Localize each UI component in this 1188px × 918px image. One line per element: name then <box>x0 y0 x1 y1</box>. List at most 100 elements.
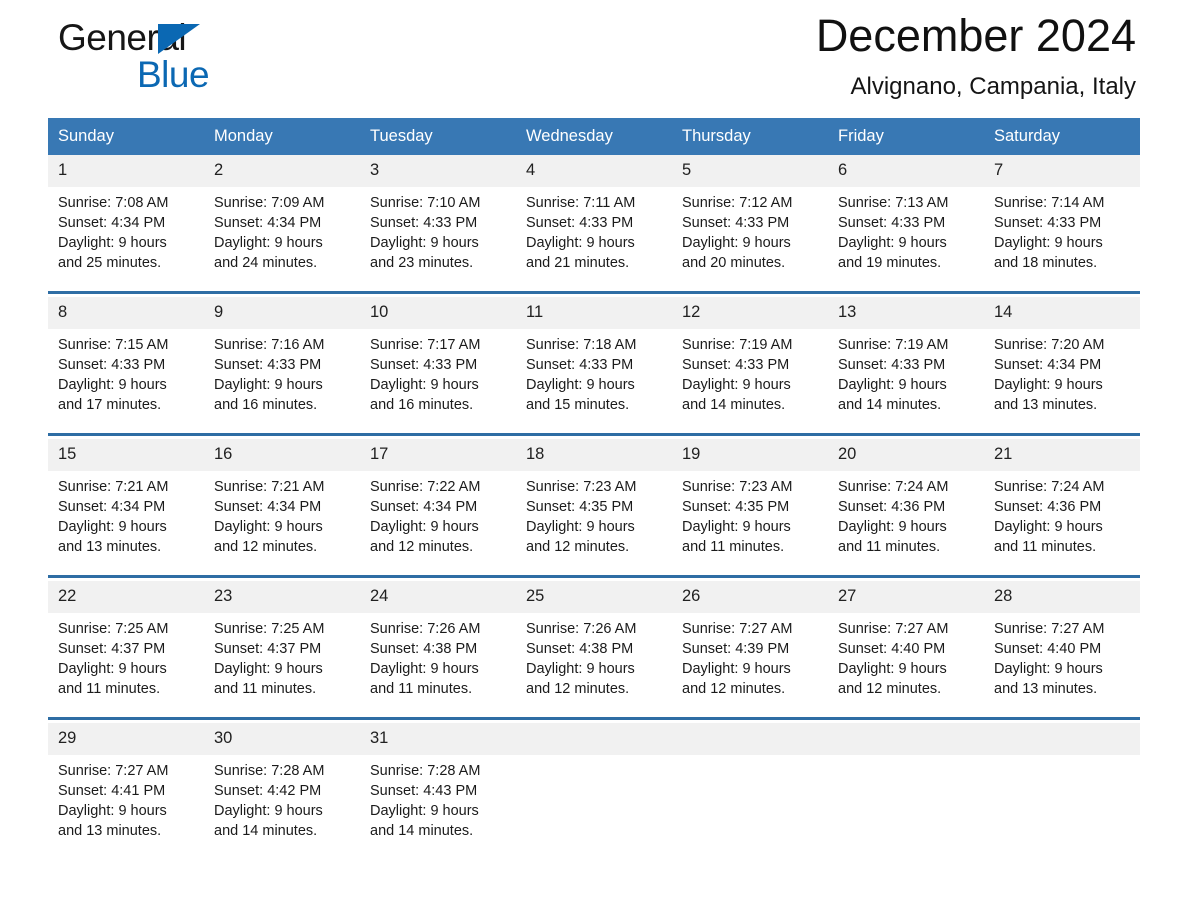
day-cell[interactable]: Sunrise: 7:19 AM Sunset: 4:33 PM Dayligh… <box>828 329 984 429</box>
day-detail-text: Sunrise: 7:16 AM Sunset: 4:33 PM Dayligh… <box>214 337 325 413</box>
day-cell[interactable]: Sunrise: 7:14 AM Sunset: 4:33 PM Dayligh… <box>984 187 1140 287</box>
day-cell[interactable]: Sunrise: 7:24 AM Sunset: 4:36 PM Dayligh… <box>828 471 984 571</box>
title-block: December 2024 Alvignano, Campania, Italy <box>816 8 1136 102</box>
day-detail-text: Sunrise: 7:28 AM Sunset: 4:43 PM Dayligh… <box>370 763 481 839</box>
week-separator <box>48 571 1140 581</box>
day-number-row: 8 9 10 11 12 13 14 <box>48 297 1140 329</box>
day-number: 25 <box>516 581 672 613</box>
day-detail-text: Sunrise: 7:15 AM Sunset: 4:33 PM Dayligh… <box>58 337 169 413</box>
day-number-row: 15 16 17 18 19 20 21 <box>48 439 1140 471</box>
day-detail-text: Sunrise: 7:27 AM Sunset: 4:39 PM Dayligh… <box>682 621 793 697</box>
day-number: 13 <box>828 297 984 329</box>
logo-triangle-icon <box>158 24 200 54</box>
day-number: 17 <box>360 439 516 471</box>
day-number: 21 <box>984 439 1140 471</box>
day-cell[interactable]: Sunrise: 7:26 AM Sunset: 4:38 PM Dayligh… <box>360 613 516 713</box>
day-detail-text: Sunrise: 7:28 AM Sunset: 4:42 PM Dayligh… <box>214 763 325 839</box>
day-number: 20 <box>828 439 984 471</box>
day-cell[interactable]: Sunrise: 7:15 AM Sunset: 4:33 PM Dayligh… <box>48 329 204 429</box>
page-title: December 2024 <box>815 10 1136 61</box>
day-cell[interactable]: Sunrise: 7:27 AM Sunset: 4:40 PM Dayligh… <box>984 613 1140 713</box>
day-detail-text: Sunrise: 7:11 AM Sunset: 4:33 PM Dayligh… <box>526 195 636 271</box>
week-separator <box>48 713 1140 723</box>
day-number: 28 <box>984 581 1140 613</box>
day-cell[interactable]: Sunrise: 7:27 AM Sunset: 4:39 PM Dayligh… <box>672 613 828 713</box>
day-cell[interactable]: Sunrise: 7:11 AM Sunset: 4:33 PM Dayligh… <box>516 187 672 287</box>
weekday-header-sunday: Sunday <box>48 118 204 155</box>
page-header: General Blue December 2024 Alvignano, Ca… <box>48 0 1140 118</box>
day-cell[interactable]: Sunrise: 7:22 AM Sunset: 4:34 PM Dayligh… <box>360 471 516 571</box>
day-number-row: 22 23 24 25 26 27 28 <box>48 581 1140 613</box>
day-cell[interactable]: Sunrise: 7:17 AM Sunset: 4:33 PM Dayligh… <box>360 329 516 429</box>
day-detail-text: Sunrise: 7:25 AM Sunset: 4:37 PM Dayligh… <box>58 621 169 697</box>
day-cell-empty <box>516 755 672 855</box>
day-cell[interactable]: Sunrise: 7:08 AM Sunset: 4:34 PM Dayligh… <box>48 187 204 287</box>
day-detail-text: Sunrise: 7:20 AM Sunset: 4:34 PM Dayligh… <box>994 337 1105 413</box>
day-cell[interactable]: Sunrise: 7:26 AM Sunset: 4:38 PM Dayligh… <box>516 613 672 713</box>
day-detail-text: Sunrise: 7:17 AM Sunset: 4:33 PM Dayligh… <box>370 337 481 413</box>
day-cell[interactable]: Sunrise: 7:25 AM Sunset: 4:37 PM Dayligh… <box>48 613 204 713</box>
day-number-empty <box>672 723 828 755</box>
day-number: 26 <box>672 581 828 613</box>
day-number-row: 29 30 31 <box>48 723 1140 755</box>
day-cell[interactable]: Sunrise: 7:10 AM Sunset: 4:33 PM Dayligh… <box>360 187 516 287</box>
day-cell[interactable]: Sunrise: 7:20 AM Sunset: 4:34 PM Dayligh… <box>984 329 1140 429</box>
day-number: 19 <box>672 439 828 471</box>
day-cell[interactable]: Sunrise: 7:24 AM Sunset: 4:36 PM Dayligh… <box>984 471 1140 571</box>
general-blue-logo: General Blue <box>58 18 288 98</box>
day-detail-row: Sunrise: 7:21 AM Sunset: 4:34 PM Dayligh… <box>48 471 1140 571</box>
day-cell[interactable]: Sunrise: 7:28 AM Sunset: 4:43 PM Dayligh… <box>360 755 516 855</box>
day-detail-text: Sunrise: 7:12 AM Sunset: 4:33 PM Dayligh… <box>682 195 793 271</box>
day-detail-text: Sunrise: 7:10 AM Sunset: 4:33 PM Dayligh… <box>370 195 481 271</box>
day-cell[interactable]: Sunrise: 7:18 AM Sunset: 4:33 PM Dayligh… <box>516 329 672 429</box>
day-detail-row: Sunrise: 7:08 AM Sunset: 4:34 PM Dayligh… <box>48 187 1140 287</box>
day-number: 11 <box>516 297 672 329</box>
weekday-header-friday: Friday <box>828 118 984 155</box>
day-number: 24 <box>360 581 516 613</box>
day-cell[interactable]: Sunrise: 7:27 AM Sunset: 4:40 PM Dayligh… <box>828 613 984 713</box>
day-detail-text: Sunrise: 7:24 AM Sunset: 4:36 PM Dayligh… <box>838 479 949 555</box>
location-subtitle: Alvignano, Campania, Italy <box>850 73 1137 100</box>
day-number: 16 <box>204 439 360 471</box>
day-number: 12 <box>672 297 828 329</box>
day-detail-text: Sunrise: 7:25 AM Sunset: 4:37 PM Dayligh… <box>214 621 325 697</box>
day-number: 9 <box>204 297 360 329</box>
day-cell-empty <box>984 755 1140 855</box>
day-cell[interactable]: Sunrise: 7:13 AM Sunset: 4:33 PM Dayligh… <box>828 187 984 287</box>
day-number-row: 1 2 3 4 5 6 7 <box>48 155 1140 187</box>
day-cell[interactable]: Sunrise: 7:21 AM Sunset: 4:34 PM Dayligh… <box>48 471 204 571</box>
day-number: 22 <box>48 581 204 613</box>
day-number: 29 <box>48 723 204 755</box>
week-separator <box>48 429 1140 439</box>
day-number: 5 <box>672 155 828 187</box>
day-cell[interactable]: Sunrise: 7:19 AM Sunset: 4:33 PM Dayligh… <box>672 329 828 429</box>
day-detail-row: Sunrise: 7:27 AM Sunset: 4:41 PM Dayligh… <box>48 755 1140 855</box>
day-cell[interactable]: Sunrise: 7:23 AM Sunset: 4:35 PM Dayligh… <box>672 471 828 571</box>
day-number: 6 <box>828 155 984 187</box>
day-cell[interactable]: Sunrise: 7:16 AM Sunset: 4:33 PM Dayligh… <box>204 329 360 429</box>
day-number: 18 <box>516 439 672 471</box>
day-number: 4 <box>516 155 672 187</box>
day-detail-text: Sunrise: 7:27 AM Sunset: 4:41 PM Dayligh… <box>58 763 169 839</box>
day-detail-text: Sunrise: 7:21 AM Sunset: 4:34 PM Dayligh… <box>58 479 169 555</box>
week-separator <box>48 287 1140 297</box>
day-number-empty <box>828 723 984 755</box>
logo-text-blue: Blue <box>137 54 210 95</box>
day-detail-text: Sunrise: 7:21 AM Sunset: 4:34 PM Dayligh… <box>214 479 325 555</box>
day-detail-row: Sunrise: 7:15 AM Sunset: 4:33 PM Dayligh… <box>48 329 1140 429</box>
day-detail-text: Sunrise: 7:19 AM Sunset: 4:33 PM Dayligh… <box>838 337 949 413</box>
day-cell[interactable]: Sunrise: 7:28 AM Sunset: 4:42 PM Dayligh… <box>204 755 360 855</box>
day-cell[interactable]: Sunrise: 7:25 AM Sunset: 4:37 PM Dayligh… <box>204 613 360 713</box>
day-cell[interactable]: Sunrise: 7:09 AM Sunset: 4:34 PM Dayligh… <box>204 187 360 287</box>
day-number: 1 <box>48 155 204 187</box>
day-cell[interactable]: Sunrise: 7:12 AM Sunset: 4:33 PM Dayligh… <box>672 187 828 287</box>
day-detail-text: Sunrise: 7:23 AM Sunset: 4:35 PM Dayligh… <box>526 479 637 555</box>
day-detail-text: Sunrise: 7:19 AM Sunset: 4:33 PM Dayligh… <box>682 337 793 413</box>
day-number: 10 <box>360 297 516 329</box>
day-detail-text: Sunrise: 7:08 AM Sunset: 4:34 PM Dayligh… <box>58 195 169 271</box>
day-detail-text: Sunrise: 7:18 AM Sunset: 4:33 PM Dayligh… <box>526 337 637 413</box>
day-cell[interactable]: Sunrise: 7:27 AM Sunset: 4:41 PM Dayligh… <box>48 755 204 855</box>
day-cell[interactable]: Sunrise: 7:21 AM Sunset: 4:34 PM Dayligh… <box>204 471 360 571</box>
day-detail-text: Sunrise: 7:14 AM Sunset: 4:33 PM Dayligh… <box>994 195 1105 271</box>
day-cell[interactable]: Sunrise: 7:23 AM Sunset: 4:35 PM Dayligh… <box>516 471 672 571</box>
